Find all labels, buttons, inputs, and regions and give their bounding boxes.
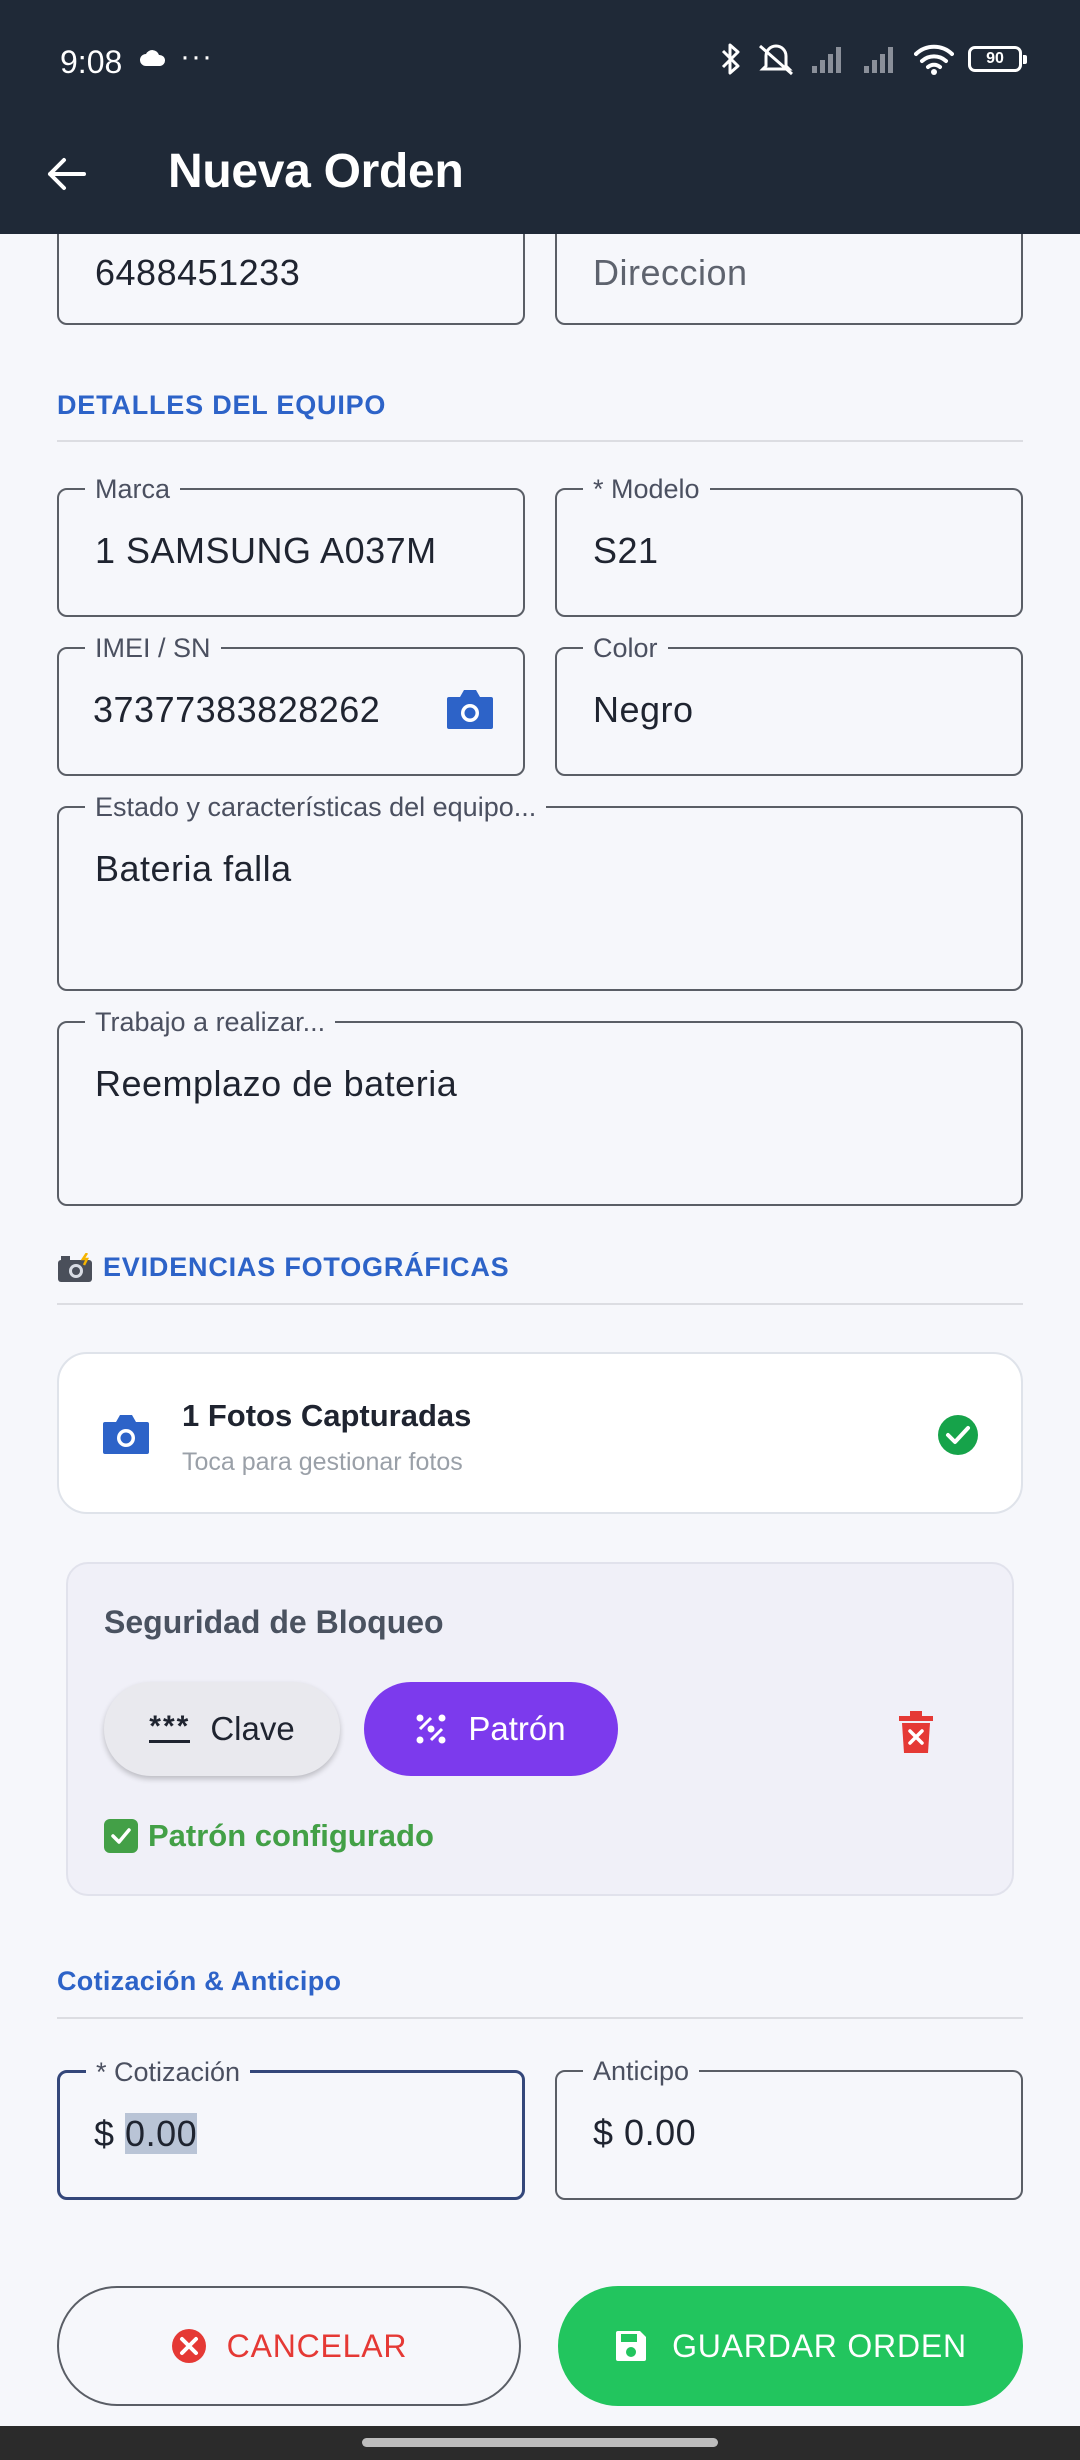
work-field[interactable]: Trabajo a realizar... Reemplazo de bater… — [57, 1006, 1023, 1206]
imei-value: 37377383828262 — [93, 689, 381, 730]
advance-currency: $ — [593, 2112, 614, 2153]
pattern-icon — [416, 1714, 446, 1744]
home-gesture-handle[interactable] — [362, 2438, 718, 2447]
phone-field[interactable]: 6488451233 — [57, 234, 525, 325]
notification-dots: ··· — [180, 40, 213, 73]
camera-flash-icon — [58, 1252, 92, 1282]
quote-label: * Cotización — [86, 2056, 251, 2088]
camera-icon[interactable] — [445, 687, 495, 731]
clave-button[interactable]: *** Clave — [104, 1682, 340, 1776]
pattern-status: Patrón configurado — [104, 1818, 434, 1854]
equipment-divider — [57, 440, 1023, 442]
photos-section-header: EVIDENCIAS FOTOGRÁFICAS — [57, 1252, 509, 1283]
signal-icon-1 — [812, 47, 841, 73]
quote-value: $ 0.00 — [94, 2113, 198, 2155]
battery-icon: 90 — [968, 46, 1027, 72]
condition-label: Estado y características del equipo... — [85, 791, 547, 823]
photos-divider — [57, 1303, 1023, 1305]
cloud-icon — [140, 50, 166, 66]
app-bar: Nueva Orden — [0, 128, 1080, 234]
address-field[interactable]: Direccion — [555, 234, 1023, 325]
photos-card[interactable]: 1 Fotos Capturadas Toca para gestionar f… — [57, 1352, 1023, 1514]
phone-value: 6488451233 — [95, 252, 301, 293]
patron-label: Patrón — [468, 1710, 566, 1747]
photos-count-title: 1 Fotos Capturadas — [182, 1398, 472, 1433]
wifi-icon — [914, 44, 954, 75]
model-field[interactable]: * Modelo S21 — [555, 473, 1023, 617]
advance-label: Anticipo — [583, 2055, 700, 2087]
photos-subtitle: Toca para gestionar fotos — [182, 1448, 463, 1476]
work-value: Reemplazo de bateria — [95, 1063, 458, 1104]
save-order-button[interactable]: GUARDAR ORDEN — [558, 2286, 1023, 2406]
status-time: 9:08 — [60, 44, 123, 80]
check-circle-icon — [938, 1415, 978, 1455]
status-icons: 90 — [720, 42, 1027, 76]
quote-amount: 0.00 — [125, 2113, 198, 2154]
patron-button[interactable]: Patrón — [364, 1682, 618, 1776]
color-label: Color — [583, 632, 668, 664]
check-mark-icon — [104, 1819, 138, 1853]
bluetooth-icon — [721, 43, 740, 75]
password-dots-icon: *** — [149, 1709, 191, 1743]
color-value: Negro — [593, 689, 694, 730]
brand-label: Marca — [85, 473, 181, 505]
page-title: Nueva Orden — [168, 145, 464, 198]
quote-section-title: Cotización & Anticipo — [57, 1966, 342, 1996]
imei-field[interactable]: IMEI / SN 37377383828262 — [57, 632, 525, 776]
camera-icon — [103, 1415, 149, 1454]
signal-icon-2 — [864, 47, 893, 73]
advance-field[interactable]: Anticipo $ 0.00 — [555, 2055, 1023, 2200]
form-content[interactable]: 6488451233 Direccion DETALLES DEL EQUIPO… — [0, 234, 1080, 2426]
delete-icon[interactable] — [898, 1710, 934, 1754]
save-icon — [616, 2331, 647, 2361]
quote-currency: $ — [94, 2113, 115, 2154]
system-nav-bar — [0, 2426, 1080, 2460]
photos-section-title: EVIDENCIAS FOTOGRÁFICAS — [103, 1252, 510, 1282]
equipment-section-title: DETALLES DEL EQUIPO — [57, 390, 387, 420]
advance-value: $ 0.00 — [593, 2112, 696, 2154]
condition-value: Bateria falla — [95, 848, 292, 889]
brand-value: 1 SAMSUNG A037M — [95, 530, 437, 571]
cancel-label: CANCELAR — [226, 2327, 408, 2364]
clave-label: Clave — [210, 1710, 295, 1747]
condition-field[interactable]: Estado y características del equipo... B… — [57, 791, 1023, 991]
quote-field[interactable]: * Cotización $ 0.00 — [57, 2056, 525, 2200]
quote-divider — [57, 2017, 1023, 2019]
battery-level: 90 — [986, 50, 1004, 67]
cancel-circle-icon — [171, 2329, 206, 2363]
model-value: S21 — [593, 530, 659, 571]
save-label: GUARDAR ORDEN — [672, 2327, 967, 2364]
lock-security-card: Seguridad de Bloqueo *** Clave Patrón Pa… — [66, 1562, 1014, 1896]
back-arrow-icon[interactable] — [44, 152, 88, 196]
cancel-button[interactable]: CANCELAR — [57, 2286, 521, 2406]
silent-bell-icon — [759, 44, 793, 76]
model-label: * Modelo — [583, 473, 710, 505]
brand-field[interactable]: Marca 1 SAMSUNG A037M — [57, 473, 525, 617]
lock-security-title: Seguridad de Bloqueo — [104, 1604, 444, 1640]
pattern-status-text: Patrón configurado — [148, 1818, 434, 1853]
advance-amount: 0.00 — [624, 2112, 697, 2153]
address-placeholder: Direccion — [593, 252, 748, 293]
color-field[interactable]: Color Negro — [555, 632, 1023, 776]
work-label: Trabajo a realizar... — [85, 1006, 336, 1038]
imei-label: IMEI / SN — [85, 632, 221, 664]
status-bar: 9:08 ··· 90 — [0, 0, 1080, 128]
